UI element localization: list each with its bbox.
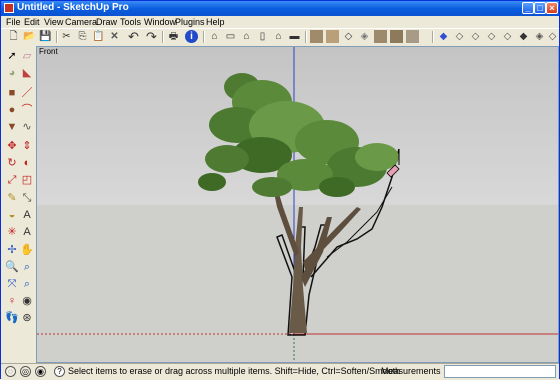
component-icon[interactable]: ◇ <box>485 30 498 43</box>
monochrome-icon[interactable] <box>406 30 419 43</box>
look-around-icon[interactable]: ◉ <box>20 294 34 308</box>
front-view-icon[interactable]: ⌂ <box>240 30 253 43</box>
rectangle-icon[interactable]: ■ <box>5 86 19 100</box>
credits-icon[interactable]: ◎ <box>20 366 31 377</box>
zoom-extents-icon[interactable]: ⤧ <box>5 277 19 291</box>
eraser-alt-icon[interactable]: ◣ <box>20 66 34 80</box>
print-icon[interactable]: 🖶 <box>167 30 180 43</box>
hidden-line-icon[interactable]: ◈ <box>358 30 371 43</box>
protractor-icon[interactable]: ◒ <box>5 208 19 222</box>
position-camera-icon[interactable]: ♀ <box>5 294 19 308</box>
select-icon[interactable]: ➚ <box>5 49 19 63</box>
tree-foliage <box>198 73 399 197</box>
main-toolbar: 🗋 📂 💾 ✂ ⎘ 📋 ✕ ↶ ↷ 🖶 i ⌂ ▭ ⌂ ▯ ⌂ ▬ ◇ ◈ ◆ … <box>1 28 559 47</box>
menu-plugins[interactable]: Plugins <box>175 16 205 28</box>
menu-draw[interactable]: Draw <box>96 16 117 28</box>
sketchup-window: Untitled - SketchUp Pro _ □ × File Edit … <box>0 0 560 380</box>
user-icon[interactable]: ◉ <box>35 366 46 377</box>
freehand-icon[interactable]: ∿ <box>20 120 34 134</box>
status-bar: ◌ ◎ ◉ ? Select items to erase or drag ac… <box>1 363 559 380</box>
cut-icon[interactable]: ✂ <box>60 30 73 43</box>
model-viewport[interactable]: Front <box>36 46 559 363</box>
model-info-icon[interactable]: i <box>185 30 198 43</box>
zoom-icon[interactable]: 🔍 <box>5 260 19 274</box>
top-view-icon[interactable]: ▭ <box>224 30 237 43</box>
menu-view[interactable]: View <box>44 16 63 28</box>
menu-camera[interactable]: Camera <box>65 16 97 28</box>
minimize-button[interactable]: _ <box>522 2 534 14</box>
push-pull-icon[interactable]: ⇕ <box>20 139 34 153</box>
tape-measure-icon[interactable]: ✎ <box>5 191 19 205</box>
help-icon[interactable]: ? <box>54 366 65 377</box>
erase-icon[interactable]: ✕ <box>108 30 121 43</box>
text-icon[interactable]: A <box>20 208 34 222</box>
left-toolbar: ➚ ▱ ◕ ◣ ■ ／ ● ⌒ ▼ ∿ ✥ ⇕ ↻ ◐ ⤢ ◰ ✎ ⤡ ◒ A … <box>1 46 37 362</box>
open-icon[interactable]: 📂 <box>23 30 36 43</box>
scale-icon[interactable]: ⤢ <box>5 173 19 187</box>
arc-icon[interactable]: ⌒ <box>20 103 34 117</box>
eraser-icon[interactable]: ▱ <box>20 49 34 63</box>
scene-drawing <box>37 47 558 362</box>
measurements-field[interactable] <box>444 365 556 378</box>
left-view-icon[interactable]: ▬ <box>288 30 301 43</box>
measurements-label: Measurements <box>381 366 441 376</box>
move-icon[interactable]: ✥ <box>5 139 19 153</box>
section-plane-icon[interactable]: ◆ <box>437 30 450 43</box>
status-hint: Select items to erase or drag across mul… <box>68 366 401 376</box>
menu-help[interactable]: Help <box>206 16 225 28</box>
redo-icon[interactable]: ↷ <box>145 30 158 43</box>
front-box-icon[interactable]: ◈ <box>533 30 546 43</box>
right-box-icon[interactable]: ◇ <box>546 30 559 43</box>
save-icon[interactable]: 💾 <box>39 30 52 43</box>
tree-trunk <box>289 207 307 333</box>
menu-window[interactable]: Window <box>144 16 176 28</box>
right-view-icon[interactable]: ▯ <box>256 30 269 43</box>
previous-view-icon[interactable]: ⌕ <box>20 277 34 291</box>
menu-tools[interactable]: Tools <box>120 16 141 28</box>
pan-icon[interactable]: ✋ <box>20 243 34 257</box>
window-title: Untitled - SketchUp Pro <box>17 2 129 13</box>
follow-me-icon[interactable]: ◐ <box>20 156 34 170</box>
rotate-icon[interactable]: ↻ <box>5 156 19 170</box>
geo-location-icon[interactable]: ◌ <box>5 366 16 377</box>
tree-branch-right-2 <box>303 207 361 269</box>
sketchup-app-icon <box>4 3 14 13</box>
zoom-window-icon[interactable]: ⌕ <box>20 260 34 274</box>
paint-bucket-icon[interactable]: ◕ <box>5 66 19 80</box>
iso-box-icon[interactable]: ◇ <box>501 30 514 43</box>
paste-icon[interactable]: 📋 <box>92 30 105 43</box>
menu-file[interactable]: File <box>6 16 21 28</box>
shaded-textures-icon[interactable] <box>390 30 403 43</box>
polygon-icon[interactable]: ▼ <box>5 120 19 134</box>
3d-text-icon[interactable]: A <box>20 225 34 239</box>
back-edges-icon[interactable] <box>326 30 339 43</box>
undo-icon[interactable]: ↶ <box>127 30 140 43</box>
copy-icon[interactable]: ⎘ <box>76 30 89 43</box>
walk-icon[interactable]: 👣 <box>5 311 19 325</box>
section-plane-tool-icon[interactable]: ⊛ <box>20 311 34 325</box>
maximize-button[interactable]: □ <box>534 2 546 14</box>
dimension-icon[interactable]: ⤡ <box>20 191 34 205</box>
menu-bar: File Edit View Camera Draw Tools Window … <box>1 16 559 28</box>
close-button[interactable]: × <box>546 2 558 14</box>
top-box-icon[interactable]: ◆ <box>517 30 530 43</box>
new-icon[interactable]: 🗋 <box>7 30 20 43</box>
menu-edit[interactable]: Edit <box>24 16 40 28</box>
orbit-icon[interactable]: ✢ <box>5 243 19 257</box>
iso-view-icon[interactable]: ⌂ <box>208 30 221 43</box>
section-display-icon[interactable]: ◇ <box>469 30 482 43</box>
shaded-icon[interactable] <box>374 30 387 43</box>
offset-icon[interactable]: ◰ <box>20 173 34 187</box>
axes-icon[interactable]: ✳ <box>5 225 19 239</box>
back-view-icon[interactable]: ⌂ <box>272 30 285 43</box>
wireframe-icon[interactable]: ◇ <box>342 30 355 43</box>
xray-icon[interactable] <box>310 30 323 43</box>
section-cut-icon[interactable]: ◇ <box>453 30 466 43</box>
line-icon[interactable]: ／ <box>20 86 34 100</box>
title-bar: Untitled - SketchUp Pro _ □ × <box>1 1 559 16</box>
circle-icon[interactable]: ● <box>5 103 19 117</box>
